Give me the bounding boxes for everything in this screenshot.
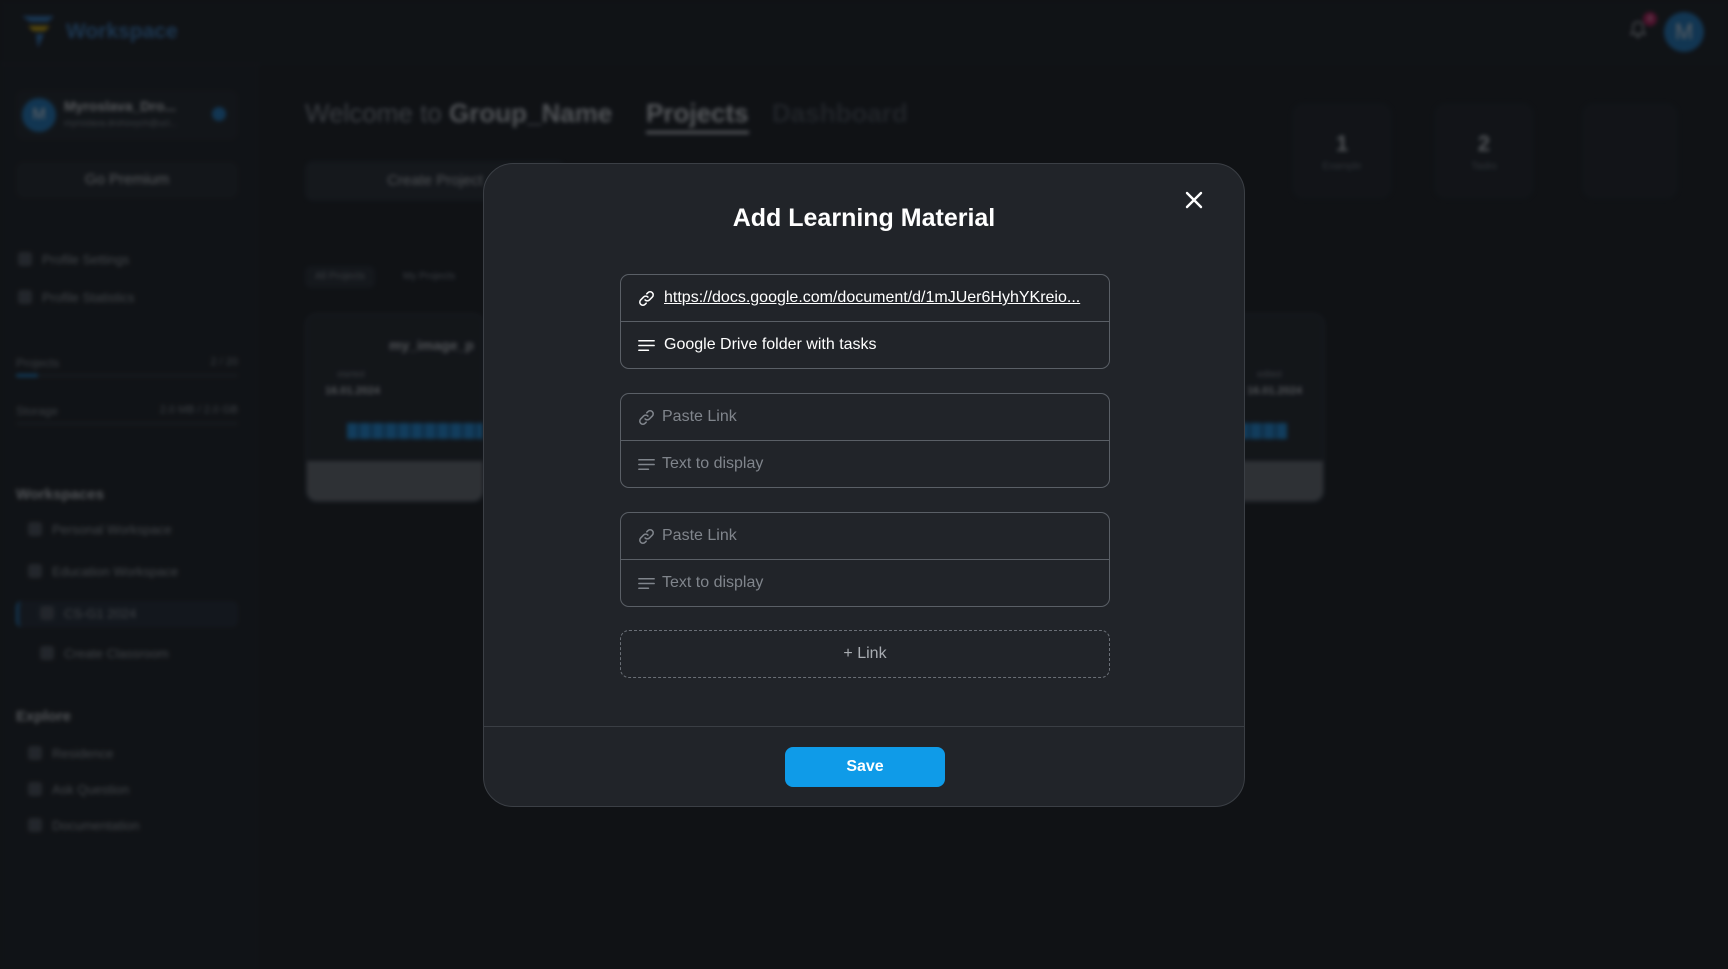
text-lines-icon <box>638 577 655 590</box>
link-icon <box>639 291 654 306</box>
modal-divider <box>484 726 1244 727</box>
modal-title: Add Learning Material <box>732 204 996 232</box>
material-display-text[interactable]: Google Drive folder with tasks <box>664 336 877 354</box>
link-icon <box>639 529 654 544</box>
link-icon <box>639 410 654 425</box>
material-url-link[interactable]: https://docs.google.com/document/d/1mJUe… <box>664 289 1080 307</box>
text-lines-icon <box>638 458 655 471</box>
text-display-row <box>621 560 1109 607</box>
material-entry: https://docs.google.com/document/d/1mJUe… <box>620 274 1110 369</box>
material-text-row[interactable]: Google Drive folder with tasks <box>621 322 1109 369</box>
save-button[interactable]: Save <box>785 747 945 787</box>
paste-link-input[interactable] <box>662 402 1092 432</box>
paste-link-row <box>621 513 1109 560</box>
add-learning-material-modal: Add Learning Material https://docs.googl… <box>483 163 1245 807</box>
paste-link-row <box>621 394 1109 441</box>
text-lines-icon <box>638 339 655 352</box>
material-entry-empty <box>620 512 1110 607</box>
material-entry-empty <box>620 393 1110 488</box>
text-to-display-input[interactable] <box>662 568 1092 598</box>
text-display-row <box>621 441 1109 488</box>
text-to-display-input[interactable] <box>662 449 1092 479</box>
add-link-button[interactable]: + Link <box>620 630 1110 678</box>
paste-link-input[interactable] <box>662 521 1092 551</box>
material-link-row[interactable]: https://docs.google.com/document/d/1mJUe… <box>621 275 1109 322</box>
